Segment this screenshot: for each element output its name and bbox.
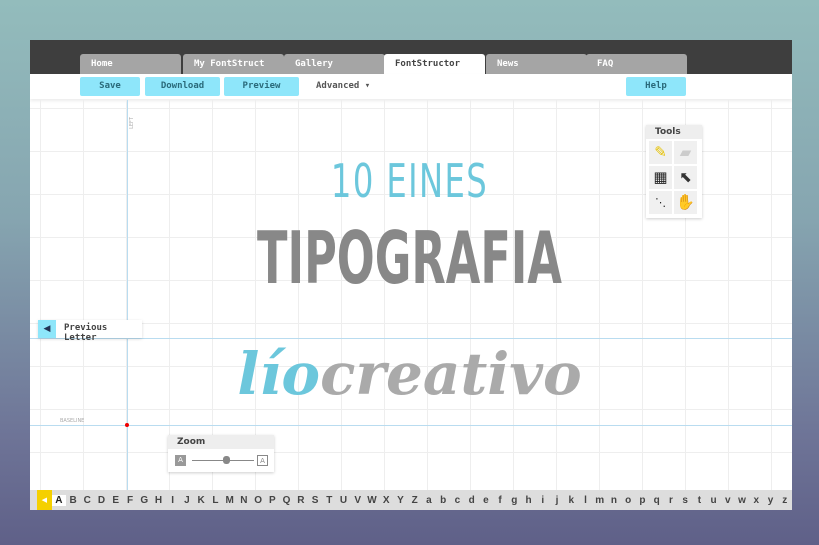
- char-upper-U[interactable]: U: [336, 495, 350, 506]
- char-upper-I[interactable]: I: [166, 495, 180, 506]
- nav-bar: Home My FontStruct Gallery FontStructor …: [30, 40, 792, 74]
- caret-down-icon: ▾: [364, 81, 371, 91]
- char-lower-e[interactable]: e: [479, 495, 493, 506]
- toolbar: Save Download Preview Advanced ▾ Help: [30, 74, 792, 99]
- char-upper-Q[interactable]: Q: [279, 495, 293, 506]
- char-upper-T[interactable]: T: [322, 495, 336, 506]
- char-upper-J[interactable]: J: [180, 495, 194, 506]
- char-lower-t[interactable]: t: [692, 495, 706, 506]
- char-lower-h[interactable]: h: [521, 495, 535, 506]
- tab-home[interactable]: Home: [80, 54, 181, 74]
- char-lower-u[interactable]: u: [706, 495, 720, 506]
- char-lower-s[interactable]: s: [678, 495, 692, 506]
- char-lower-v[interactable]: v: [721, 495, 735, 506]
- char-upper-L[interactable]: L: [208, 495, 222, 506]
- overlay-title-line2: TIPOGRAFIA: [257, 216, 562, 300]
- character-bar: ◀ ABCDEFGHIJKLMNOPQRSTUVWXYZabcdefghijkl…: [30, 490, 792, 510]
- tab-news[interactable]: News: [486, 54, 587, 74]
- download-button[interactable]: Download: [145, 77, 220, 96]
- brand-logo-part1: lío: [237, 340, 321, 408]
- char-lower-w[interactable]: w: [735, 495, 749, 506]
- char-upper-M[interactable]: M: [223, 495, 237, 506]
- tab-fontstructor[interactable]: FontStructor: [384, 54, 485, 74]
- left-label: LEFT: [128, 117, 135, 129]
- char-lower-p[interactable]: p: [635, 495, 649, 506]
- char-lower-m[interactable]: m: [593, 495, 607, 506]
- char-upper-O[interactable]: O: [251, 495, 265, 506]
- char-lower-n[interactable]: n: [607, 495, 621, 506]
- char-upper-Y[interactable]: Y: [393, 495, 407, 506]
- brand-logo: líocreativo: [0, 345, 819, 403]
- baseline-guide: [30, 425, 792, 426]
- char-lower-q[interactable]: q: [650, 495, 664, 506]
- char-upper-B[interactable]: B: [66, 495, 80, 506]
- scroll-left-icon[interactable]: ◀: [37, 490, 52, 510]
- zoom-panel: Zoom A A: [168, 435, 274, 472]
- char-upper-R[interactable]: R: [294, 495, 308, 506]
- char-lower-g[interactable]: g: [507, 495, 521, 506]
- zoom-slider-handle[interactable]: [223, 456, 231, 464]
- char-lower-y[interactable]: y: [763, 495, 777, 506]
- char-lower-r[interactable]: r: [664, 495, 678, 506]
- tools-title: Tools: [646, 125, 702, 139]
- arrow-left-icon: ◀: [38, 320, 56, 338]
- char-upper-F[interactable]: F: [123, 495, 137, 506]
- char-upper-P[interactable]: P: [265, 495, 279, 506]
- preview-button[interactable]: Preview: [224, 77, 299, 96]
- char-lower-i[interactable]: i: [536, 495, 550, 506]
- zoom-out-button[interactable]: A: [175, 455, 186, 466]
- char-upper-D[interactable]: D: [94, 495, 108, 506]
- char-lower-x[interactable]: x: [749, 495, 763, 506]
- char-upper-W[interactable]: W: [365, 495, 379, 506]
- char-upper-N[interactable]: N: [237, 495, 251, 506]
- help-button[interactable]: Help: [626, 77, 686, 96]
- tab-faq[interactable]: FAQ: [586, 54, 687, 74]
- char-upper-Z[interactable]: Z: [408, 495, 422, 506]
- overlay-title-line1: 10 EINES: [330, 154, 489, 208]
- previous-letter-button[interactable]: ◀ Previous Letter: [38, 320, 142, 343]
- char-upper-C[interactable]: C: [80, 495, 94, 506]
- brand-logo-part2: creativo: [320, 340, 582, 408]
- save-button[interactable]: Save: [80, 77, 140, 96]
- char-upper-K[interactable]: K: [194, 495, 208, 506]
- char-lower-a[interactable]: a: [422, 495, 436, 506]
- tab-gallery[interactable]: Gallery: [284, 54, 385, 74]
- advanced-label: Advanced: [316, 81, 360, 91]
- char-upper-E[interactable]: E: [109, 495, 123, 506]
- char-upper-S[interactable]: S: [308, 495, 322, 506]
- char-lower-k[interactable]: k: [564, 495, 578, 506]
- char-lower-o[interactable]: o: [621, 495, 635, 506]
- char-lower-l[interactable]: l: [578, 495, 592, 506]
- char-lower-b[interactable]: b: [436, 495, 450, 506]
- char-lower-f[interactable]: f: [493, 495, 507, 506]
- previous-letter-label: Previous Letter: [64, 323, 108, 343]
- char-upper-X[interactable]: X: [379, 495, 393, 506]
- char-upper-V[interactable]: V: [351, 495, 365, 506]
- char-lower-d[interactable]: d: [465, 495, 479, 506]
- advanced-menu[interactable]: Advanced ▾: [316, 77, 370, 96]
- tab-my-fontstruct[interactable]: My FontStruct: [183, 54, 284, 74]
- zoom-title: Zoom: [168, 435, 274, 449]
- origin-marker: [125, 423, 129, 427]
- char-upper-H[interactable]: H: [151, 495, 165, 506]
- char-lower-j[interactable]: j: [550, 495, 564, 506]
- zoom-in-button[interactable]: A: [257, 455, 268, 466]
- char-upper-G[interactable]: G: [137, 495, 151, 506]
- char-lower-c[interactable]: c: [450, 495, 464, 506]
- cap-guide: [30, 338, 792, 339]
- char-lower-z[interactable]: z: [778, 495, 792, 506]
- baseline-label: BASELINE: [60, 418, 85, 424]
- char-upper-A[interactable]: A: [51, 494, 66, 506]
